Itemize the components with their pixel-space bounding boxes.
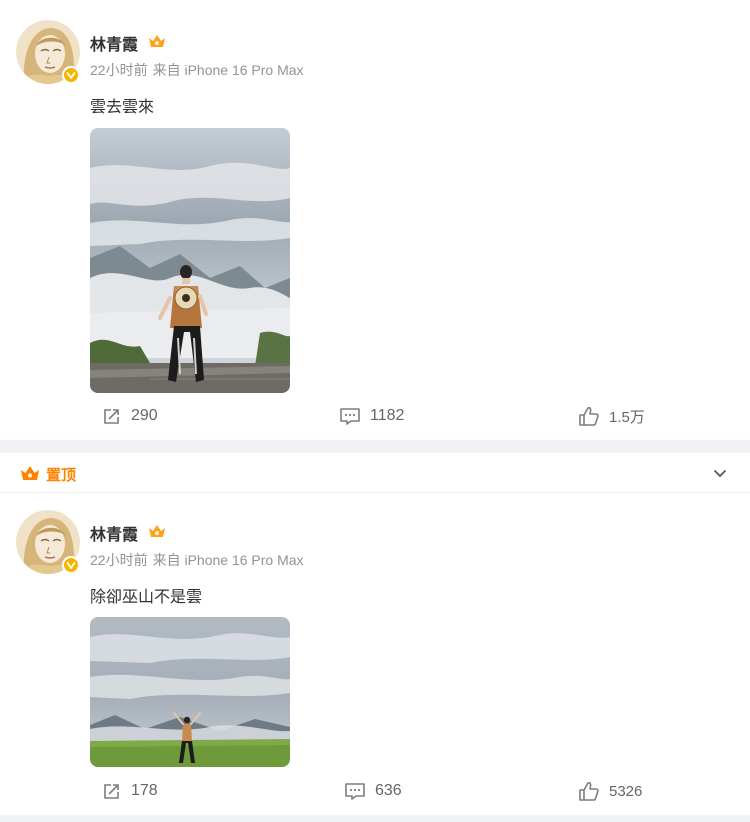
verified-badge-icon — [62, 556, 80, 574]
crown-icon — [149, 35, 165, 47]
comment-button[interactable]: 1182 — [339, 401, 404, 431]
pinned-header: 置顶 — [0, 453, 750, 493]
like-count: 1.5万 — [609, 408, 645, 426]
post-source[interactable]: iPhone 16 Pro Max — [184, 552, 303, 568]
repost-icon — [104, 409, 119, 424]
comment-count: 1182 — [370, 407, 405, 424]
like-button[interactable]: 1.5万 — [578, 401, 645, 431]
avatar[interactable] — [16, 510, 80, 574]
feed-card: 林青霞 22小时前 来自 iPhone 16 Pro Max 雲去雲來 290 … — [0, 0, 750, 440]
pinned-label: 置顶 — [46, 467, 77, 484]
post-source[interactable]: iPhone 16 Pro Max — [184, 62, 303, 78]
like-icon — [579, 406, 599, 426]
crown-icon — [149, 525, 165, 537]
repost-icon — [104, 784, 119, 799]
like-icon — [579, 781, 599, 801]
repost-count: 178 — [131, 782, 158, 799]
post-photo[interactable] — [90, 128, 290, 393]
post-time[interactable]: 22小时前 — [90, 552, 148, 568]
post-meta: 22小时前 来自 iPhone 16 Pro Max — [90, 60, 304, 80]
verified-badge-icon — [62, 66, 80, 84]
like-count: 5326 — [609, 782, 643, 800]
repost-button[interactable]: 290 — [102, 401, 158, 431]
source-prefix: 来自 — [152, 62, 181, 78]
post-actions: 290 1182 1.5万 — [0, 401, 750, 431]
collapse-button[interactable] — [708, 463, 732, 483]
comment-icon — [345, 783, 365, 800]
post-photo[interactable] — [90, 617, 290, 767]
avatar[interactable] — [16, 20, 80, 84]
wide-meadow-cloud-photo — [90, 617, 290, 767]
post-text: 除卻巫山不是雲 — [90, 589, 203, 606]
pinned-crown-icon — [21, 466, 39, 480]
comment-button[interactable]: 636 — [344, 776, 402, 806]
like-button[interactable]: 5326 — [578, 776, 642, 806]
feed-card: 置顶 林青霞 22小时前 来自 iPhone 16 Pro Max 除卻巫山不是… — [0, 453, 750, 815]
tall-mountain-cloud-photo — [90, 128, 290, 393]
comment-count: 636 — [375, 782, 402, 799]
chevron-down-icon — [714, 470, 726, 477]
post-actions: 178 636 5326 — [0, 776, 750, 806]
source-prefix: 来自 — [152, 552, 181, 568]
author-name[interactable]: 林青霞 — [90, 521, 138, 545]
repost-count: 290 — [131, 407, 158, 424]
comment-icon — [340, 408, 360, 425]
author-name[interactable]: 林青霞 — [90, 31, 138, 55]
post-meta: 22小时前 来自 iPhone 16 Pro Max — [90, 550, 304, 570]
repost-button[interactable]: 178 — [102, 776, 158, 806]
post-time[interactable]: 22小时前 — [90, 62, 148, 78]
post-text: 雲去雲來 — [90, 99, 155, 116]
